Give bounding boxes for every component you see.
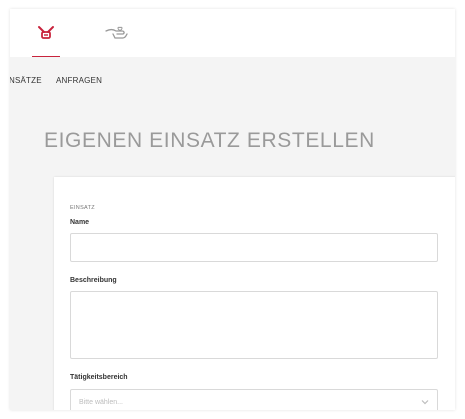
area-label: Tätigkeitsbereich	[70, 374, 128, 381]
section-label: EINSATZ	[70, 205, 95, 211]
tab-einsaetze[interactable]	[32, 19, 60, 58]
chevron-down-icon	[421, 400, 429, 405]
area-select[interactable]: Bitte wählen...	[70, 389, 438, 410]
sub-navigation: NSÄTZE ANFRAGEN	[10, 57, 455, 97]
subnav-einsaetze[interactable]: NSÄTZE	[10, 76, 42, 85]
top-bar	[10, 9, 455, 58]
app-window: NSÄTZE ANFRAGEN EIGENEN EINSATZ ERSTELLE…	[10, 9, 455, 410]
form-card: EINSATZ Name Beschreibung Tätigkeitsbere…	[54, 177, 455, 410]
subnav-anfragen[interactable]: ANFRAGEN	[56, 76, 102, 85]
tab-anfragen[interactable]	[104, 19, 130, 47]
pager-icon	[38, 26, 54, 39]
name-input[interactable]	[70, 233, 438, 262]
area-select-placeholder: Bitte wählen...	[79, 399, 123, 406]
name-label: Name	[70, 219, 90, 226]
hands-heart-icon	[105, 26, 128, 39]
page-title: EIGENEN EINSATZ ERSTELLEN	[44, 129, 375, 152]
description-label: Beschreibung	[70, 277, 117, 284]
description-textarea[interactable]	[70, 291, 438, 359]
